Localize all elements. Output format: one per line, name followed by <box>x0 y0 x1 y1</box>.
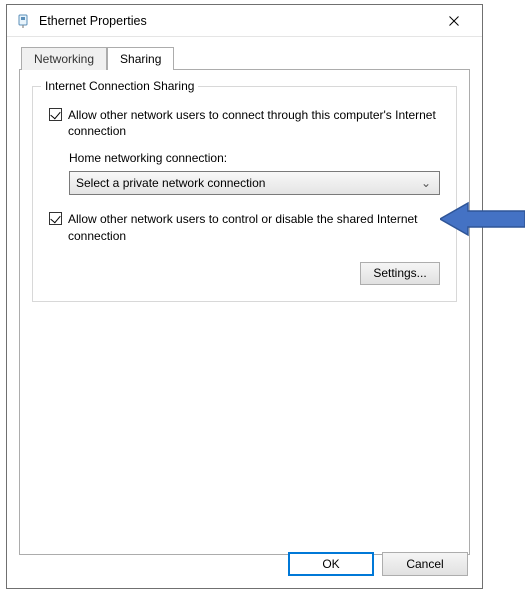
groupbox-title: Internet Connection Sharing <box>41 79 198 93</box>
settings-button-label: Settings... <box>373 266 426 280</box>
ok-button[interactable]: OK <box>288 552 374 576</box>
home-networking-section: Home networking connection: Select a pri… <box>49 151 440 195</box>
checkbox-allow-control[interactable] <box>49 212 62 225</box>
tabs: Networking Sharing <box>19 45 470 69</box>
tab-sharing[interactable]: Sharing <box>107 47 174 70</box>
ethernet-icon <box>15 13 31 29</box>
dialog-content: Networking Sharing Internet Connection S… <box>7 37 482 567</box>
home-networking-combo[interactable]: Select a private network connection ⌄ <box>69 171 440 195</box>
tab-networking[interactable]: Networking <box>21 47 107 70</box>
cancel-button-label: Cancel <box>406 557 443 571</box>
settings-button[interactable]: Settings... <box>360 262 440 285</box>
tab-panel-sharing: Internet Connection Sharing Allow other … <box>19 69 470 555</box>
titlebar: Ethernet Properties <box>7 5 482 37</box>
settings-row: Settings... <box>49 262 440 285</box>
dialog-footer: OK Cancel <box>288 552 468 576</box>
checkbox-allow-connect-label: Allow other network users to connect thr… <box>68 107 440 139</box>
window-title: Ethernet Properties <box>39 14 434 28</box>
groupbox-ics: Internet Connection Sharing Allow other … <box>32 86 457 302</box>
checkbox-allow-control-row: Allow other network users to control or … <box>49 211 440 243</box>
tab-label: Sharing <box>120 52 161 66</box>
ok-button-label: OK <box>322 557 339 571</box>
home-networking-label: Home networking connection: <box>69 151 440 165</box>
combo-selected-value: Select a private network connection <box>76 176 419 190</box>
checkbox-allow-control-label: Allow other network users to control or … <box>68 211 440 243</box>
checkbox-allow-connect-row: Allow other network users to connect thr… <box>49 107 440 139</box>
properties-dialog: Ethernet Properties Networking Sharing I… <box>6 4 483 589</box>
close-button[interactable] <box>434 7 474 35</box>
chevron-down-icon: ⌄ <box>419 176 433 190</box>
tab-label: Networking <box>34 52 94 66</box>
cancel-button[interactable]: Cancel <box>382 552 468 576</box>
checkbox-allow-connect[interactable] <box>49 108 62 121</box>
